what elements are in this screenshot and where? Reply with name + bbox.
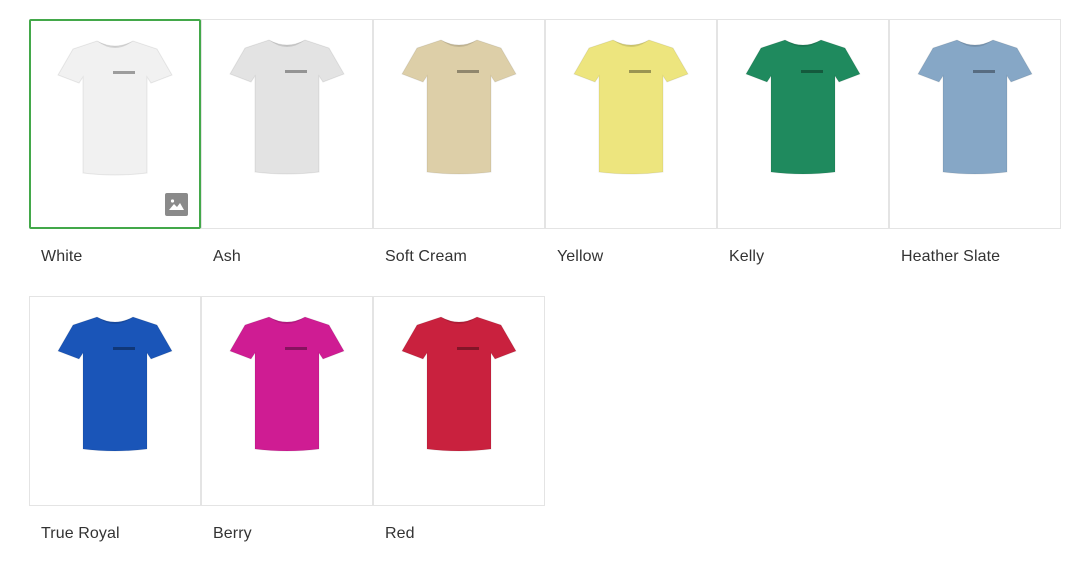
variant-true-royal[interactable]: True Royal (29, 296, 201, 573)
variant-kelly[interactable]: Kelly (717, 19, 889, 296)
variant-card[interactable] (29, 296, 201, 506)
variant-soft-cream[interactable]: Soft Cream (373, 19, 545, 296)
variant-card[interactable] (545, 19, 717, 229)
tshirt-image (57, 316, 173, 452)
tshirt-print (285, 347, 307, 350)
tshirt-image (229, 316, 345, 452)
variant-label: Ash (213, 248, 241, 265)
variant-row-2: True Royal Berry Red (29, 296, 1063, 573)
tshirt-body (745, 39, 861, 175)
tshirt-image (57, 40, 173, 176)
tshirt-print (457, 347, 479, 350)
tshirt-print (629, 70, 651, 73)
variant-label: Heather Slate (901, 248, 1001, 265)
tshirt-image (401, 39, 517, 175)
variant-label: Kelly (729, 248, 765, 265)
variant-label: White (41, 248, 83, 265)
variant-yellow[interactable]: Yellow (545, 19, 717, 296)
tshirt-body (57, 316, 173, 452)
variant-ash[interactable]: Ash (201, 19, 373, 296)
variant-card[interactable] (717, 19, 889, 229)
tshirt-body (401, 39, 517, 175)
tshirt-image (573, 39, 689, 175)
variant-red[interactable]: Red (373, 296, 545, 573)
variant-card[interactable] (373, 296, 545, 506)
variant-white[interactable]: White (29, 19, 201, 296)
tshirt-body (229, 39, 345, 175)
tshirt-print (285, 70, 307, 73)
tshirt-image (229, 39, 345, 175)
tshirt-image (745, 39, 861, 175)
variant-heather-slate[interactable]: Heather Slate (889, 19, 1061, 296)
tshirt-body (917, 39, 1033, 175)
tshirt-image (401, 316, 517, 452)
tshirt-print (113, 71, 135, 74)
tshirt-print (801, 70, 823, 73)
variant-label: True Royal (41, 525, 120, 542)
variant-label: Soft Cream (385, 248, 467, 265)
color-variant-grid: White Ash Soft Cream Yellow Kelly Heathe… (29, 19, 1063, 573)
variant-card[interactable] (201, 296, 373, 506)
tshirt-body (401, 316, 517, 452)
tshirt-print (973, 70, 995, 73)
variant-berry[interactable]: Berry (201, 296, 373, 573)
variant-card[interactable] (29, 19, 201, 229)
variant-row-1: White Ash Soft Cream Yellow Kelly Heathe… (29, 19, 1063, 296)
variant-label: Red (385, 525, 415, 542)
tshirt-body (57, 40, 173, 176)
image-icon (165, 193, 188, 216)
variant-label: Yellow (557, 248, 604, 265)
tshirt-image (917, 39, 1033, 175)
tshirt-print (457, 70, 479, 73)
variant-card[interactable] (373, 19, 545, 229)
variant-label: Berry (213, 525, 252, 542)
variant-card[interactable] (889, 19, 1061, 229)
variant-card[interactable] (201, 19, 373, 229)
tshirt-body (573, 39, 689, 175)
tshirt-print (113, 347, 135, 350)
tshirt-body (229, 316, 345, 452)
